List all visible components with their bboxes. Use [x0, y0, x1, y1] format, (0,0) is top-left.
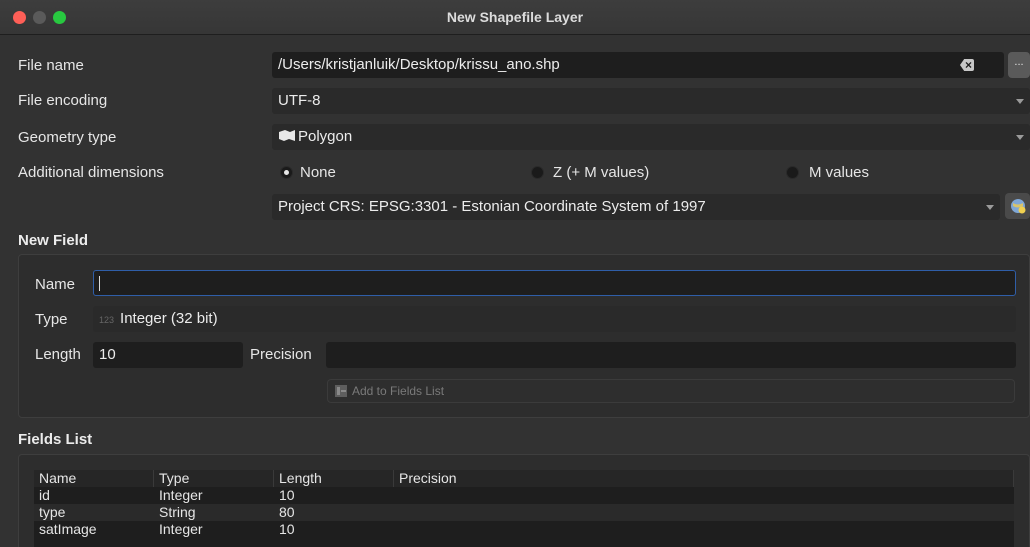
table-header: Name Type Length Precision	[34, 470, 1014, 487]
precision-input[interactable]	[326, 342, 1016, 368]
table-row[interactable]: type String 80	[34, 504, 1014, 521]
crs-select[interactable]: Project CRS: EPSG:3301 - Estonian Coordi…	[272, 194, 1000, 220]
chevron-down-icon	[1016, 135, 1024, 140]
cell-type: Integer	[159, 521, 203, 537]
cell-precision	[394, 521, 1014, 538]
radio-m-values-label: M values	[809, 164, 870, 181]
clear-icon[interactable]	[960, 59, 974, 71]
column-header-length[interactable]: Length	[274, 470, 394, 487]
fields-table: Name Type Length Precision id Integer 10…	[34, 470, 1014, 547]
radio-z-m-values[interactable]	[531, 166, 544, 179]
radio-z-m-values-label: Z (+ M values)	[553, 164, 650, 181]
select-crs-button[interactable]	[1005, 193, 1030, 219]
cell-type: Integer	[159, 487, 203, 503]
chevron-down-icon	[986, 205, 994, 210]
file-encoding-value: UTF-8	[278, 92, 321, 109]
column-header-precision[interactable]: Precision	[394, 470, 1014, 487]
name-label: Name	[35, 276, 76, 293]
radio-none[interactable]	[280, 166, 293, 179]
window-title: New Shapefile Layer	[446, 9, 584, 25]
geometry-type-value: Polygon	[298, 128, 353, 145]
radio-m-values[interactable]	[786, 166, 799, 179]
geometry-type-label: Geometry type	[18, 129, 117, 146]
add-to-fields-list-button[interactable]: Add to Fields List	[327, 379, 1015, 403]
globe-icon	[1011, 199, 1026, 214]
file-encoding-label: File encoding	[18, 92, 108, 109]
fields-list-title: Fields List	[18, 431, 93, 448]
file-name-label: File name	[18, 57, 84, 74]
text-caret	[99, 276, 100, 291]
cell-name: id	[39, 487, 50, 503]
browse-button[interactable]: ...	[1008, 52, 1030, 78]
add-field-icon	[335, 385, 347, 397]
new-field-title: New Field	[18, 232, 89, 249]
field-type-select[interactable]: 123 Integer (32 bit)	[93, 306, 1016, 332]
file-encoding-select[interactable]: UTF-8	[272, 88, 1030, 114]
polygon-icon	[279, 130, 295, 141]
geometry-type-select[interactable]: Polygon	[272, 124, 1030, 150]
add-to-fields-list-label: Add to Fields List	[352, 384, 445, 398]
length-label: Length	[35, 346, 81, 363]
radio-none-label: None	[300, 164, 336, 181]
cell-length: 80	[279, 504, 295, 520]
integer-type-icon: 123	[99, 315, 115, 325]
table-row[interactable]: id Integer 10	[34, 487, 1014, 504]
additional-dimensions-label: Additional dimensions	[18, 164, 164, 181]
field-type-value: Integer (32 bit)	[120, 310, 218, 327]
precision-label: Precision	[250, 346, 312, 363]
column-header-type[interactable]: Type	[154, 470, 274, 487]
column-header-name[interactable]: Name	[34, 470, 154, 487]
length-value: 10	[99, 346, 116, 363]
cell-name: type	[39, 504, 66, 520]
cell-precision	[394, 487, 1014, 504]
cell-length: 10	[279, 487, 295, 503]
table-row[interactable]: satImage Integer 10	[34, 521, 1014, 538]
chevron-down-icon	[1016, 99, 1024, 104]
file-name-value: /Users/kristjanluik/Desktop/krissu_ano.s…	[278, 56, 560, 73]
crs-value: Project CRS: EPSG:3301 - Estonian Coordi…	[278, 198, 706, 215]
cell-length: 10	[279, 521, 295, 537]
cell-type: String	[159, 504, 196, 520]
cell-precision	[394, 504, 1014, 521]
cell-name: satImage	[39, 521, 97, 537]
length-input[interactable]: 10	[93, 342, 243, 368]
field-name-input[interactable]	[93, 270, 1016, 296]
type-label: Type	[35, 311, 68, 328]
title-bar: New Shapefile Layer	[0, 0, 1030, 35]
file-name-input[interactable]: /Users/kristjanluik/Desktop/krissu_ano.s…	[272, 52, 1004, 78]
